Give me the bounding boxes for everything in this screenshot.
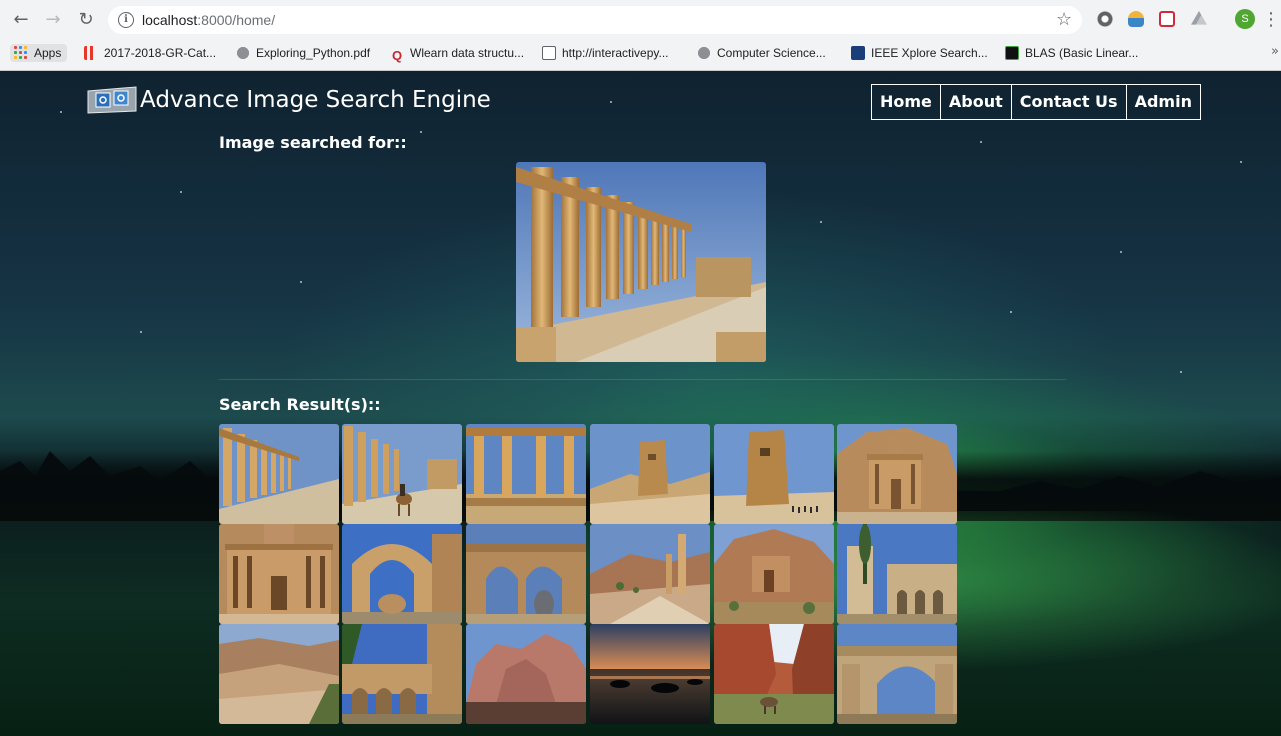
extension-shield-icon[interactable] xyxy=(1128,11,1144,27)
ieee-icon xyxy=(851,46,865,60)
profile-avatar[interactable]: S xyxy=(1235,9,1255,29)
result-thumbnail[interactable] xyxy=(219,424,339,524)
result-thumbnail[interactable] xyxy=(342,424,462,524)
bookmark-ieee[interactable]: IEEE Xplore Search... xyxy=(851,44,988,62)
bookmarks-bar: Apps 2017-2018-GR-Cat... Exploring_Pytho… xyxy=(0,40,1281,66)
bookmark-wlearn[interactable]: Q Wlearn data structu... xyxy=(390,44,525,63)
result-thumbnail[interactable] xyxy=(714,524,834,624)
bookmark-interactivepython[interactable]: http://interactivepy... xyxy=(542,44,669,62)
result-thumbnail[interactable] xyxy=(466,524,586,624)
bookmark-label: Computer Science... xyxy=(717,46,826,60)
bookmark-blas[interactable]: BLAS (Basic Linear... xyxy=(1005,44,1138,62)
bookmark-catalog[interactable]: 2017-2018-GR-Cat... xyxy=(84,44,216,62)
bookmark-star-icon[interactable]: ☆ xyxy=(1056,9,1072,31)
result-thumbnail[interactable] xyxy=(219,524,339,624)
result-thumbnail[interactable] xyxy=(714,624,834,724)
reload-icon[interactable]: ↻ xyxy=(74,8,98,32)
apps-grid-icon xyxy=(14,46,28,60)
site-title: Advance Image Search Engine xyxy=(140,87,491,113)
url-text[interactable]: localhost:8000/home/ xyxy=(142,11,275,29)
result-thumbnail[interactable] xyxy=(837,424,957,524)
back-arrow-icon[interactable]: ← xyxy=(9,8,33,32)
query-heading: Image searched for:: xyxy=(219,133,407,152)
bookmark-label: Wlearn data structu... xyxy=(410,46,525,60)
result-thumbnail[interactable] xyxy=(342,624,462,724)
url-path: :8000/home/ xyxy=(197,12,276,28)
result-thumbnail[interactable] xyxy=(590,424,710,524)
bookmark-computer-science[interactable]: Computer Science... xyxy=(697,44,826,62)
query-image[interactable] xyxy=(516,162,766,362)
nav-about[interactable]: About xyxy=(939,84,1012,120)
result-thumbnail[interactable] xyxy=(837,624,957,724)
search-logo-icon xyxy=(86,85,138,115)
result-thumbnail[interactable] xyxy=(837,524,957,624)
page-icon xyxy=(542,46,556,60)
site-brand[interactable]: Advance Image Search Engine xyxy=(86,84,491,116)
result-thumbnail[interactable] xyxy=(466,424,586,524)
drive-icon[interactable] xyxy=(1191,11,1207,25)
browser-toolbar: ← → ↻ i localhost:8000/home/ ☆ S ⋮ xyxy=(0,0,1281,40)
forward-arrow-icon[interactable]: → xyxy=(41,8,65,32)
page-viewport: Advance Image Search Engine Home About C… xyxy=(0,71,1281,736)
bookmark-label: Exploring_Python.pdf xyxy=(256,46,371,60)
nav-admin[interactable]: Admin xyxy=(1125,84,1201,120)
bookmark-label: Apps xyxy=(34,46,62,60)
extension-circle-icon[interactable] xyxy=(1097,11,1113,27)
main-nav: Home About Contact Us Admin xyxy=(871,84,1201,120)
globe-icon xyxy=(697,46,711,60)
bookmarks-overflow-icon[interactable]: » xyxy=(1271,44,1279,59)
result-thumbnail[interactable] xyxy=(590,624,710,724)
globe-icon xyxy=(236,46,250,60)
nav-home[interactable]: Home xyxy=(871,84,941,120)
nav-contact-us[interactable]: Contact Us xyxy=(1010,84,1127,120)
blas-icon xyxy=(1005,46,1019,60)
result-thumbnail[interactable] xyxy=(590,524,710,624)
result-thumbnail[interactable] xyxy=(714,424,834,524)
address-bar[interactable]: i localhost:8000/home/ ☆ xyxy=(108,6,1082,34)
result-thumbnail[interactable] xyxy=(466,624,586,724)
url-host: localhost xyxy=(142,12,198,28)
extension-pocket-icon[interactable] xyxy=(1159,11,1175,27)
bookmark-label: 2017-2018-GR-Cat... xyxy=(104,46,217,60)
browser-menu-icon[interactable]: ⋮ xyxy=(1262,8,1280,32)
bookmark-label: BLAS (Basic Linear... xyxy=(1025,46,1139,60)
section-divider xyxy=(219,379,1066,380)
q-logo-icon: Q xyxy=(391,48,403,63)
bookmark-label: http://interactivepy... xyxy=(562,46,669,60)
bookmark-apps[interactable]: Apps xyxy=(10,44,68,62)
result-thumbnail[interactable] xyxy=(219,624,339,724)
browser-chrome: ← → ↻ i localhost:8000/home/ ☆ S ⋮ Apps … xyxy=(0,0,1281,71)
bookmark-label: IEEE Xplore Search... xyxy=(871,46,988,60)
bookmark-exploring-python[interactable]: Exploring_Python.pdf xyxy=(236,44,370,62)
bookmark-red-bars-icon xyxy=(84,46,98,60)
result-thumbnail[interactable] xyxy=(342,524,462,624)
info-icon[interactable]: i xyxy=(118,12,134,28)
results-heading: Search Result(s):: xyxy=(219,395,381,414)
